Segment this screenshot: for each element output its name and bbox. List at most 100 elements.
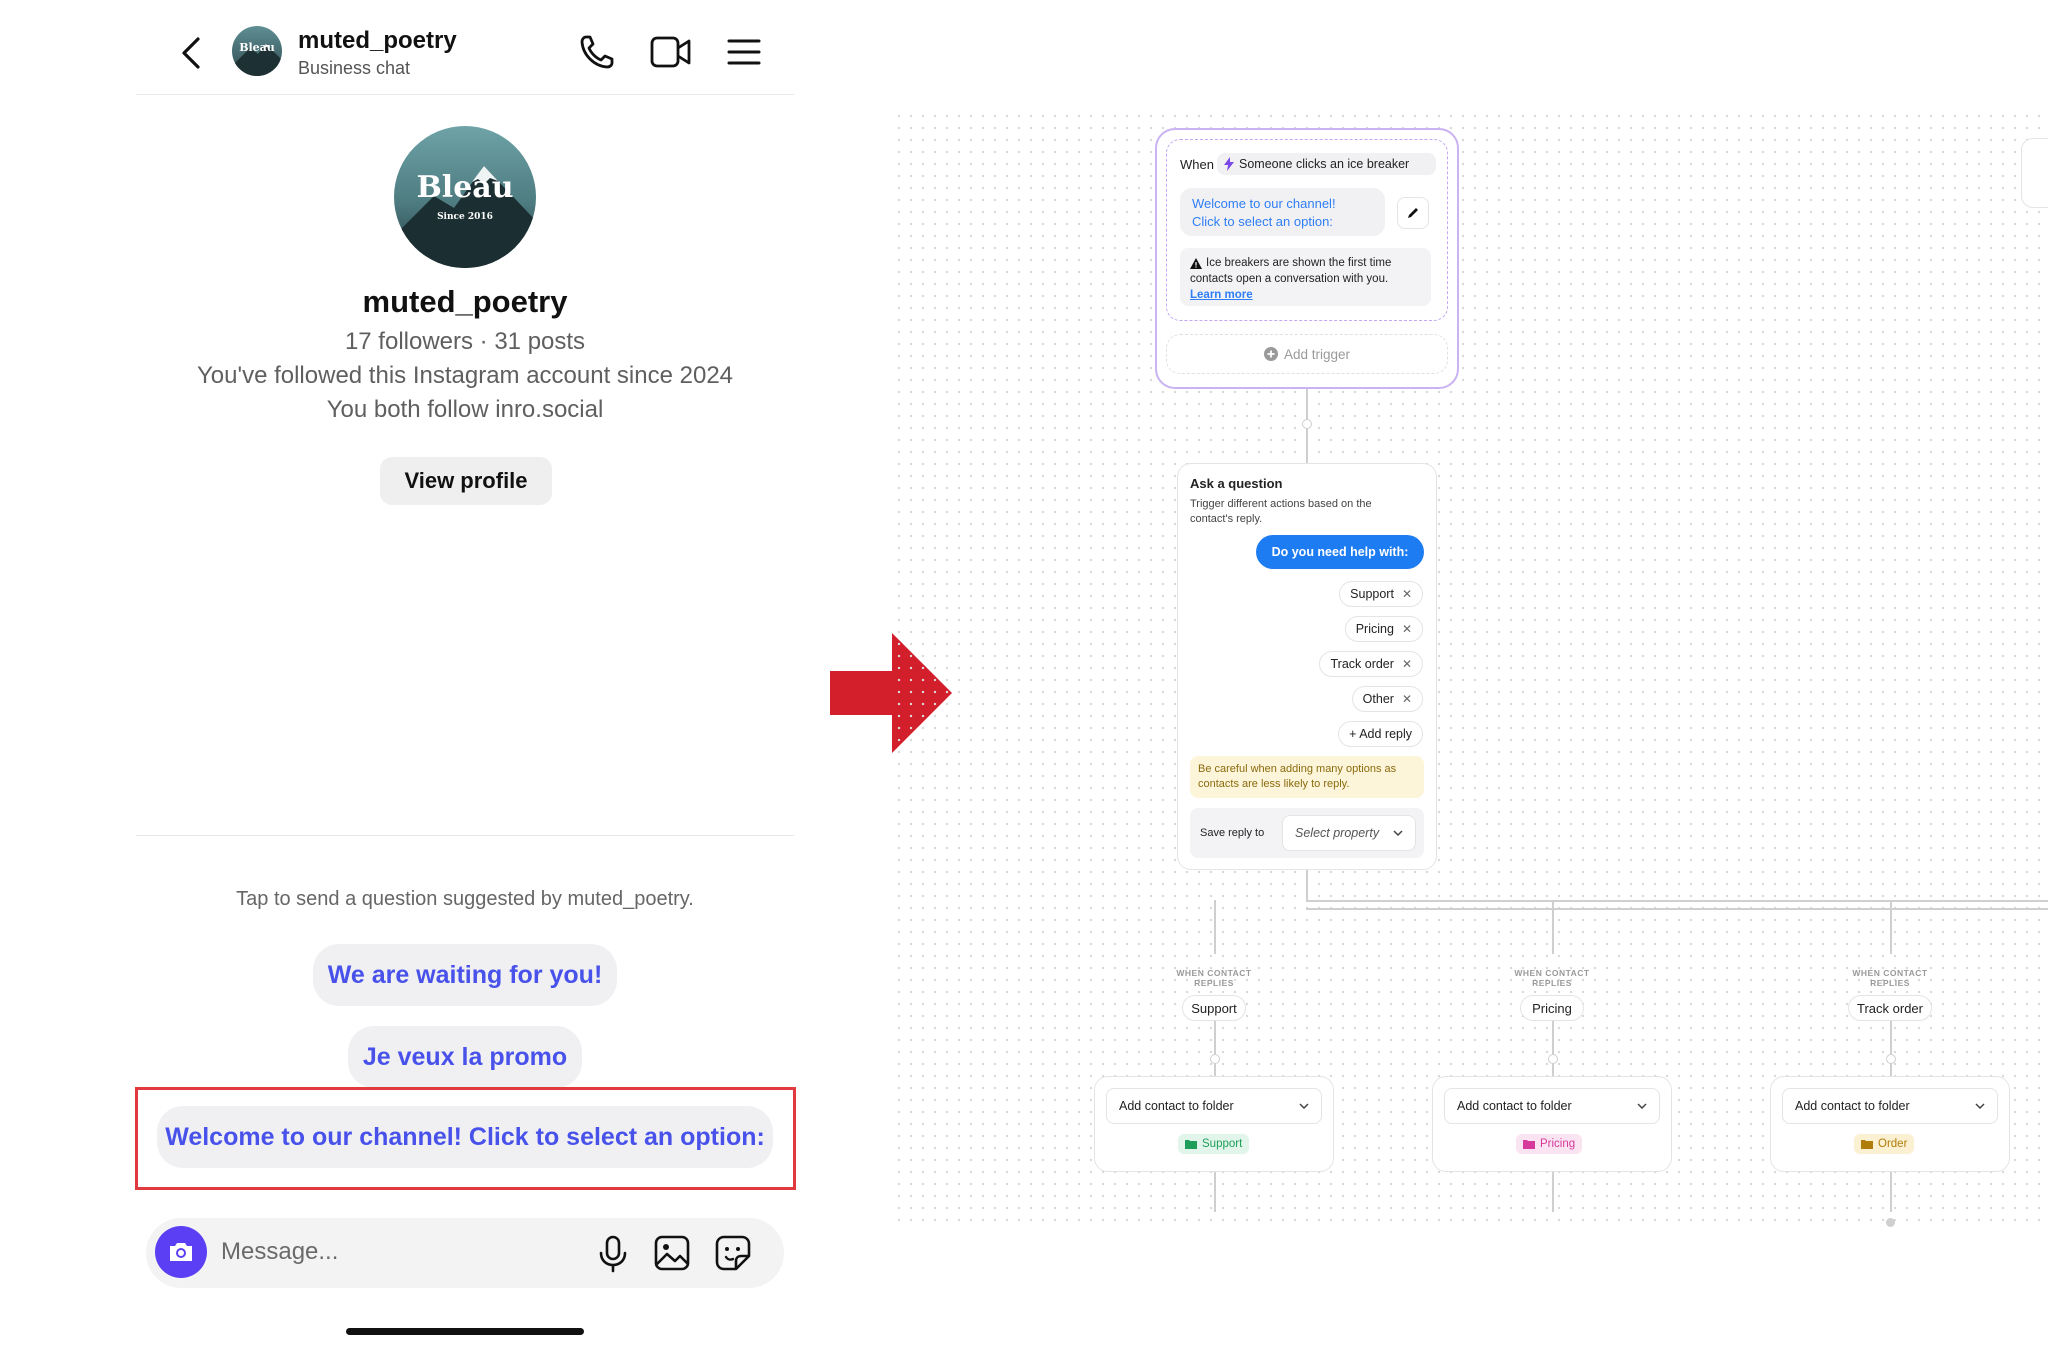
profile-avatar-text: Bleau	[416, 170, 514, 205]
video-call-icon[interactable]	[650, 34, 692, 70]
folder-tag-label: Support	[1202, 1138, 1243, 1150]
trigger-event-text: Someone clicks an ice breaker	[1239, 157, 1410, 171]
action-dropdown[interactable]: Add contact to folder	[1106, 1088, 1322, 1124]
connector-node	[1548, 1054, 1558, 1064]
header-avatar-text: Bleau	[239, 41, 275, 54]
header-username[interactable]: muted_poetry	[298, 27, 457, 55]
view-profile-button[interactable]: View profile	[380, 457, 552, 505]
learn-more-link[interactable]: Learn more	[1190, 287, 1421, 303]
profile-followed-since: You've followed this Instagram account s…	[196, 362, 734, 389]
back-icon[interactable]	[176, 36, 206, 70]
folder-icon	[1861, 1140, 1873, 1149]
header-divider	[136, 94, 794, 95]
header-subtitle: Business chat	[298, 58, 411, 78]
header-avatar[interactable]: Bleau	[232, 26, 282, 76]
action-dropdown[interactable]: Add contact to folder	[1444, 1088, 1660, 1124]
plus-circle-icon	[1263, 347, 1278, 361]
pencil-icon	[1408, 208, 1418, 218]
condition-label-line1: WHEN CONTACT	[1852, 968, 1928, 978]
ice-breaker-message[interactable]: Welcome to our channel! Click to select …	[1180, 188, 1385, 236]
connector-line	[1890, 1172, 1892, 1212]
folder-icon	[1523, 1140, 1535, 1149]
menu-icon[interactable]	[727, 38, 761, 66]
trigger-event-pill[interactable]: Someone clicks an ice breaker	[1217, 153, 1436, 175]
connector-node	[1210, 1054, 1220, 1064]
action-dropdown[interactable]: Add contact to folder	[1782, 1088, 1998, 1124]
connector-line	[1890, 1021, 1892, 1079]
profile-stats: 17 followers · 31 posts	[344, 328, 586, 355]
question-desc-line1: Trigger different actions based on the	[1190, 498, 1372, 510]
question-title: Ask a question	[1190, 476, 1283, 491]
select-property-dropdown[interactable]: Select property	[1282, 815, 1416, 851]
connector-line	[1552, 1021, 1554, 1079]
condition-label: WHEN CONTACT REPLIES	[1502, 968, 1602, 988]
connector-line	[1306, 389, 1308, 469]
phone-call-icon[interactable]	[578, 33, 616, 71]
profile-mutual: You both follow inro.social	[326, 396, 604, 423]
remove-reply-icon[interactable]: ✕	[1402, 692, 1412, 706]
add-reply-button[interactable]: + Add reply	[1338, 721, 1423, 747]
connector-line	[1214, 916, 1216, 954]
camera-button[interactable]	[155, 1226, 207, 1278]
reply-chip[interactable]: Other ✕	[1351, 686, 1423, 712]
suggestion-hint: Tap to send a question suggested by mute…	[236, 888, 694, 910]
action-dropdown-text: Add contact to folder	[1457, 1099, 1572, 1113]
reply-chip[interactable]: Track order ✕	[1319, 651, 1423, 677]
branch-reply-chip[interactable]: Pricing	[1520, 995, 1584, 1021]
ice-breaker-notice: Ice breakers are shown the first time co…	[1180, 248, 1431, 306]
content-divider	[136, 835, 794, 836]
connector-line	[1552, 900, 1554, 916]
condition-label-line2: REPLIES	[1870, 978, 1910, 988]
ice-breaker-line2: Click to select an option:	[1192, 214, 1333, 229]
ice-breaker-line1: Welcome to our channel!	[1192, 196, 1336, 211]
reply-chip[interactable]: Support ✕	[1339, 581, 1423, 607]
reply-chip[interactable]: Pricing ✕	[1344, 616, 1423, 642]
notice-line2: contacts open a conversation with you.	[1190, 273, 1389, 285]
condition-label-line1: WHEN CONTACT	[1176, 968, 1252, 978]
sticker-icon[interactable]	[714, 1234, 752, 1272]
select-property-text: Select property	[1295, 826, 1380, 840]
flow-canvas[interactable]: When Someone clicks an ice breaker Welco…	[893, 110, 2048, 1230]
folder-tag-label: Pricing	[1540, 1138, 1576, 1150]
message-input[interactable]: Message...	[221, 1238, 338, 1266]
save-reply-label: Save reply to	[1200, 827, 1265, 839]
connector-line	[1890, 916, 1892, 954]
folder-tag-label: Order	[1878, 1138, 1908, 1150]
chevron-down-icon	[1393, 830, 1403, 836]
chevron-down-icon	[1975, 1103, 1985, 1109]
connector-line	[1214, 1021, 1216, 1079]
connector-line	[1890, 900, 1892, 916]
question-prompt-bubble[interactable]: Do you need help with:	[1256, 535, 1424, 569]
profile-avatar[interactable]: Bleau Since 2016	[394, 126, 536, 268]
chevron-down-icon	[1299, 1103, 1309, 1109]
when-label: When	[1180, 157, 1214, 172]
highlight-box	[135, 1087, 796, 1190]
reply-chip-label: Track order	[1330, 657, 1394, 671]
branch-reply-chip[interactable]: Track order	[1848, 995, 1932, 1021]
condition-label: WHEN CONTACT REPLIES	[1840, 968, 1940, 988]
remove-reply-icon[interactable]: ✕	[1402, 587, 1412, 601]
folder-tag: Order	[1854, 1134, 1915, 1154]
connector-node	[1886, 1218, 1895, 1227]
add-trigger-button[interactable]: Add trigger	[1166, 334, 1448, 374]
suggestion-chip[interactable]: We are waiting for you!	[313, 944, 617, 1006]
warning-icon	[1190, 257, 1202, 269]
folder-tag: Pricing	[1516, 1134, 1583, 1154]
condition-label-line2: REPLIES	[1532, 978, 1572, 988]
remove-reply-icon[interactable]: ✕	[1402, 622, 1412, 636]
reply-chip-label: Support	[1350, 587, 1394, 601]
notice-line1-row: Ice breakers are shown the first time	[1190, 255, 1421, 271]
notice-line1: Ice breakers are shown the first time	[1206, 257, 1392, 269]
edit-button[interactable]	[1397, 197, 1429, 229]
remove-reply-icon[interactable]: ✕	[1402, 657, 1412, 671]
gallery-icon[interactable]	[653, 1234, 691, 1272]
branch-reply-chip[interactable]: Support	[1182, 995, 1246, 1021]
connector-line	[1306, 908, 2048, 910]
connector-line	[1214, 900, 1216, 916]
add-trigger-label: Add trigger	[1283, 346, 1351, 362]
connector-node	[1886, 1054, 1896, 1064]
microphone-icon[interactable]	[596, 1234, 630, 1274]
instagram-chat-screen: Bleau muted_poetry Business chat Bleau S…	[0, 0, 820, 1352]
suggestion-chip[interactable]: Je veux la promo	[348, 1026, 582, 1088]
partial-card	[2021, 138, 2048, 208]
